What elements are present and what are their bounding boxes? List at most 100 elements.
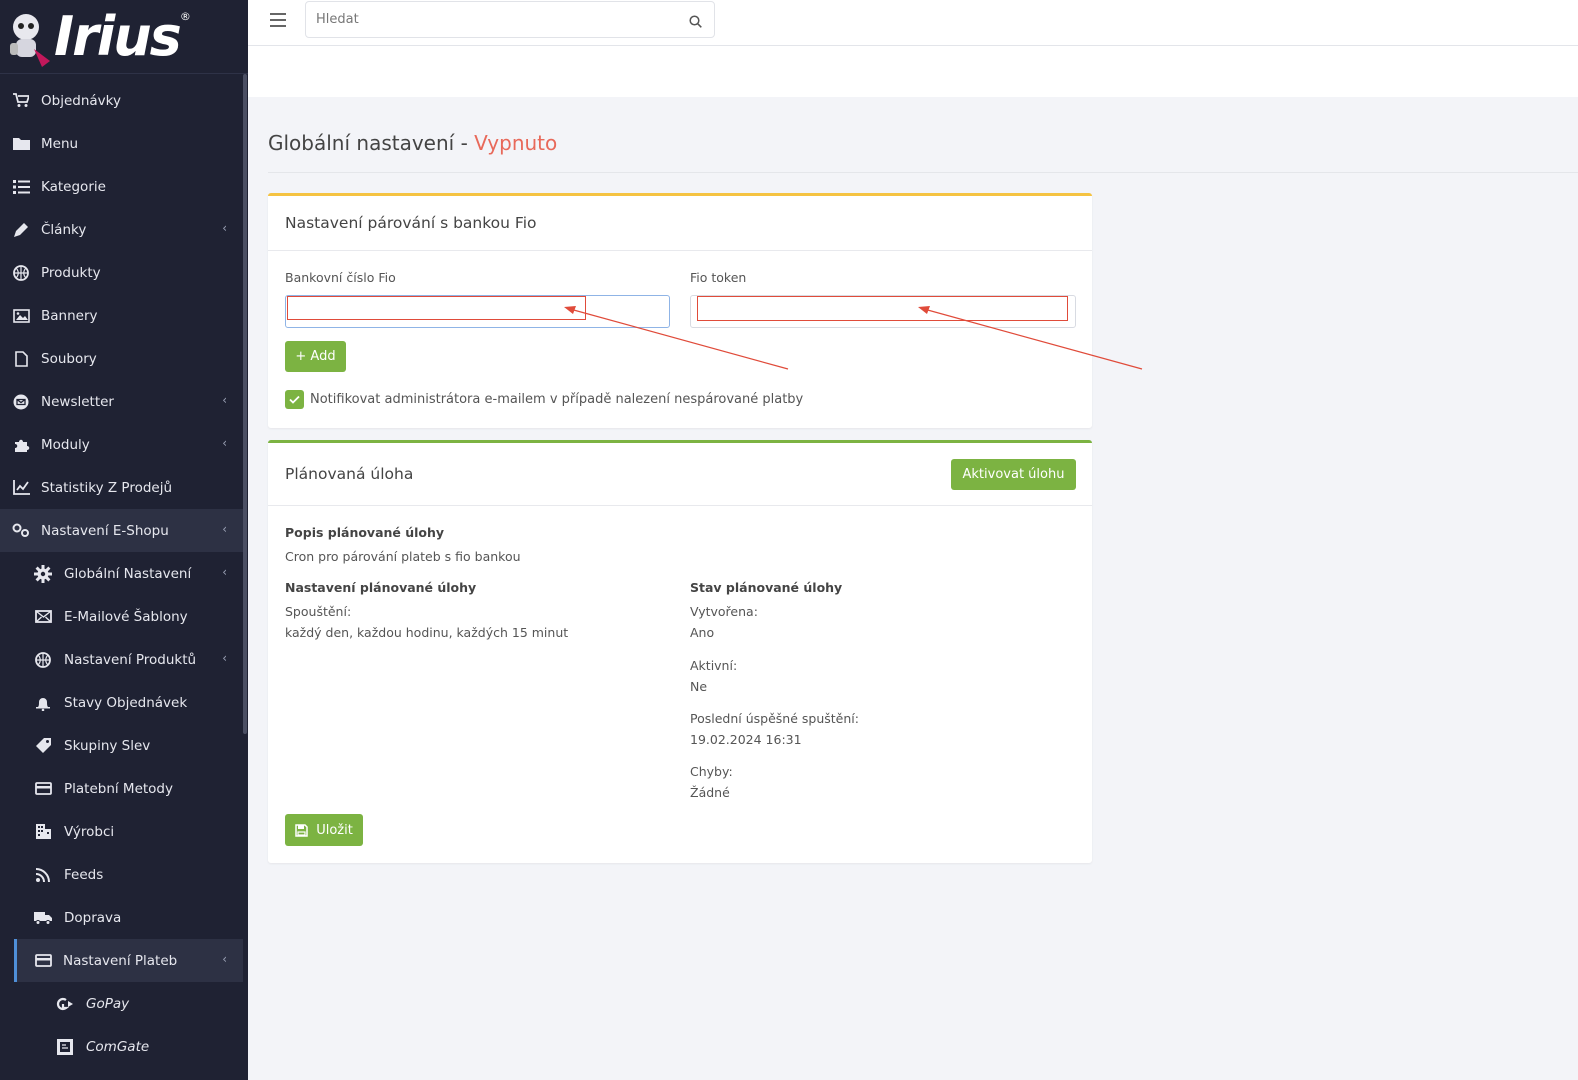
status-badge: Vypnuto [474, 131, 558, 155]
task-status-title: Stav plánované úlohy [690, 580, 843, 595]
save-button[interactable]: Uložit [285, 814, 363, 846]
save-button-label: Uložit [316, 822, 353, 838]
chevron-left-icon: ‹ [222, 393, 227, 407]
sidebar-item-nastaveni-plateb[interactable]: Nastavení Plateb ‹ [14, 939, 243, 982]
gopay-icon [54, 993, 76, 1015]
logo-text: Irius [54, 4, 182, 68]
sidebar-nav: Objednávky Menu Kategorie Články ‹ Produ… [0, 79, 248, 1068]
hamburger-icon[interactable] [270, 13, 286, 27]
sidebar-item-label: ComGate [86, 1038, 150, 1055]
sidebar-item-emailove-sablony[interactable]: E-Mailové Šablony [0, 595, 243, 638]
truck-icon [32, 907, 54, 929]
fio-token-input[interactable] [691, 296, 1075, 327]
tag-icon [32, 735, 54, 757]
sidebar-item-doprava[interactable]: Doprava [0, 896, 243, 939]
sidebar-item-soubory[interactable]: Soubory [0, 337, 243, 380]
sidebar-item-menu[interactable]: Menu [0, 122, 243, 165]
sidebar-item-feeds[interactable]: Feeds [0, 853, 243, 896]
sidebar-item-kategorie[interactable]: Kategorie [0, 165, 243, 208]
sidebar-item-moduly[interactable]: Moduly ‹ [0, 423, 243, 466]
list-icon [10, 176, 32, 198]
sidebar-item-label: Skupiny Slev [64, 737, 151, 754]
basketball-icon [32, 649, 54, 671]
task-description-title: Popis plánované úlohy [285, 525, 445, 540]
errors-label: Chyby: [690, 764, 733, 779]
sidebar-item-gopay[interactable]: GoPay [0, 982, 243, 1025]
created-value: Ano [690, 625, 715, 640]
sidebar-item-produkty[interactable]: Produkty [0, 251, 243, 294]
account-number-input[interactable] [286, 296, 669, 327]
sidebar-item-newsletter[interactable]: Newsletter ‹ [0, 380, 243, 423]
run-label: Spouštění: [285, 604, 352, 619]
gear-icon [32, 563, 54, 585]
chevron-left-icon: ‹ [222, 221, 227, 235]
sidebar-item-objednavky[interactable]: Objednávky [0, 79, 243, 122]
active-value: Ne [690, 679, 708, 694]
sidebar-item-nastaveni-eshopu[interactable]: Nastavení E-Shopu ‹ [0, 509, 243, 552]
sidebar-item-nastaveni-produktu[interactable]: Nastavení Produktů ‹ [0, 638, 243, 681]
add-button[interactable]: + Add [285, 341, 346, 372]
file-icon [10, 348, 32, 370]
pencil-icon [10, 219, 32, 241]
registered-mark: ® [179, 10, 191, 23]
search-input[interactable] [306, 2, 666, 37]
chevron-left-icon: ‹ [222, 952, 227, 966]
sidebar-item-globalni-nastaveni[interactable]: Globální Nastavení ‹ [0, 552, 243, 595]
sidebar-item-label: Stavy Objednávek [64, 694, 188, 711]
errors-value: Žádné [690, 785, 730, 800]
mascot-icon [6, 9, 52, 67]
run-value: každý den, každou hodinu, každých 15 min… [285, 625, 569, 640]
task-description-text: Cron pro párování plateb s fio bankou [285, 549, 521, 564]
sidebar-item-label: Platební Metody [64, 780, 173, 797]
bell-icon [32, 692, 54, 714]
chevron-left-icon: ‹ [222, 436, 227, 450]
sidebar-item-label: Globální Nastavení [64, 565, 192, 582]
sidebar: Irius ® Objednávky Menu Kategorie Články… [0, 0, 248, 1080]
sidebar-item-platebni-metody[interactable]: Platební Metody [0, 767, 243, 810]
sidebar-scrollbar[interactable] [243, 74, 247, 734]
subheader-bar [248, 46, 1578, 97]
checkmark-icon [289, 395, 300, 404]
basketball-icon [10, 262, 32, 284]
rss-icon [32, 864, 54, 886]
sidebar-item-skupiny-slev[interactable]: Skupiny Slev [0, 724, 243, 767]
credit-card-icon [32, 950, 54, 972]
activate-task-button[interactable]: Aktivovat úlohu [951, 459, 1076, 490]
sidebar-item-label: Feeds [64, 866, 104, 883]
sidebar-item-vyrobci[interactable]: Výrobci [0, 810, 243, 853]
last-run-value: 19.02.2024 16:31 [690, 732, 802, 747]
newsletter-icon [10, 391, 32, 413]
search-icon[interactable] [689, 13, 702, 32]
sidebar-item-bannery[interactable]: Bannery [0, 294, 243, 337]
sidebar-item-label: Produkty [41, 264, 101, 281]
sidebar-item-label: Moduly [41, 436, 90, 453]
envelope-icon [32, 606, 54, 628]
task-settings-title: Nastavení plánované úlohy [285, 580, 477, 595]
notify-checkbox[interactable] [285, 390, 304, 409]
account-number-label: Bankovní číslo Fio [285, 270, 396, 285]
sidebar-item-label: Články [41, 221, 87, 238]
brand-logo[interactable]: Irius ® [0, 0, 248, 74]
page-title: Globální nastavení - Vypnuto [268, 131, 557, 155]
building-icon [32, 821, 54, 843]
image-icon [10, 305, 32, 327]
sidebar-item-comgate[interactable]: ComGate [0, 1025, 243, 1068]
sidebar-item-statistiky[interactable]: Statistiky Z Prodejů [0, 466, 243, 509]
sidebar-item-label: Kategorie [41, 178, 106, 195]
fio-token-label: Fio token [690, 270, 747, 285]
cogs-icon [10, 520, 32, 542]
fio-card-heading: Nastavení párování s bankou Fio [268, 196, 1092, 251]
page-title-text: Globální nastavení - [268, 131, 475, 155]
notify-label: Notifikovat administrátora e-mailem v př… [310, 392, 804, 407]
sidebar-item-label: Menu [41, 135, 79, 152]
scheduled-task-card: Plánovaná úloha Aktivovat úlohu Popis pl… [268, 440, 1092, 863]
cart-icon [10, 90, 32, 112]
sidebar-item-label: Výrobci [64, 823, 115, 840]
account-number-field [285, 295, 670, 328]
sidebar-item-stavy-objednavek[interactable]: Stavy Objednávek [0, 681, 243, 724]
fio-settings-card: Nastavení párování s bankou Fio Bankovní… [268, 193, 1092, 428]
last-run-label: Poslední úspěšné spuštění: [690, 711, 859, 726]
sidebar-item-clanky[interactable]: Články ‹ [0, 208, 243, 251]
sidebar-item-label: Nastavení Produktů [64, 651, 197, 668]
chevron-left-icon: ‹ [222, 651, 227, 665]
